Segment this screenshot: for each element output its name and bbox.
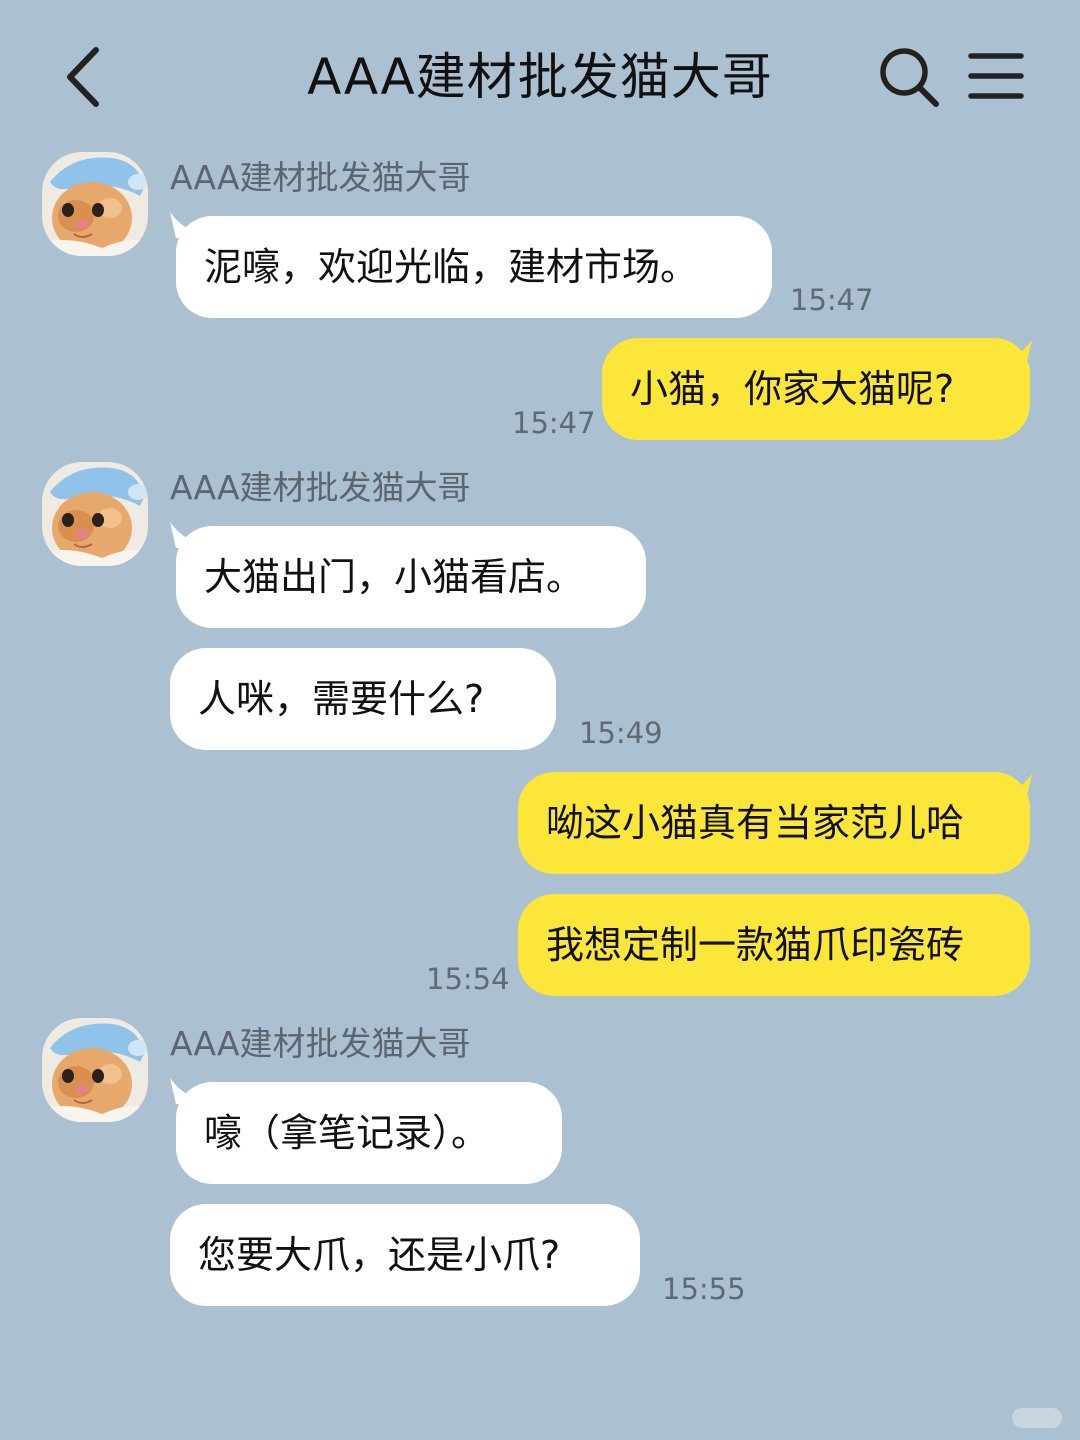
message-time: 15:47 [512, 406, 596, 440]
sender-name: AAA建材批发猫大哥 [170, 1024, 471, 1063]
bubble-tail [1010, 774, 1032, 800]
hamburger-menu-icon [968, 53, 1024, 99]
kitten-avatar-image [42, 462, 148, 566]
sender-name: AAA建材批发猫大哥 [170, 468, 471, 507]
watermark [1012, 1408, 1062, 1428]
incoming-message-bubble[interactable]: 嚎（拿笔记录）。 [176, 1082, 562, 1184]
message-time: 15:47 [790, 283, 874, 317]
outgoing-message-bubble[interactable]: 呦这小猫真有当家范儿哈 [518, 772, 1030, 874]
chat-header: AAA建材批发猫大哥 [0, 0, 1080, 150]
outgoing-message-bubble[interactable]: 小猫，你家大猫呢? [602, 338, 1030, 440]
bubble-tail [1010, 340, 1032, 366]
message-time: 15:55 [662, 1272, 746, 1306]
sender-name: AAA建材批发猫大哥 [170, 158, 471, 197]
menu-button[interactable] [966, 48, 1026, 104]
incoming-message-bubble[interactable]: 泥嚎，欢迎光临，建材市场。 [176, 216, 772, 318]
contact-avatar[interactable] [42, 152, 148, 256]
search-button[interactable] [876, 44, 942, 110]
search-icon [880, 48, 939, 107]
outgoing-message-bubble[interactable]: 我想定制一款猫爪印瓷砖 [518, 894, 1030, 996]
incoming-message-bubble[interactable]: 人咪，需要什么? [170, 648, 556, 750]
message-time: 15:49 [579, 716, 663, 750]
kitten-avatar-image [42, 152, 148, 256]
kitten-avatar-image [42, 1018, 148, 1122]
message-time: 15:54 [426, 962, 510, 996]
contact-avatar[interactable] [42, 462, 148, 566]
incoming-message-bubble[interactable]: 大猫出门，小猫看店。 [176, 526, 646, 628]
contact-avatar[interactable] [42, 1018, 148, 1122]
incoming-message-bubble[interactable]: 您要大爪，还是小爪? [170, 1204, 640, 1306]
